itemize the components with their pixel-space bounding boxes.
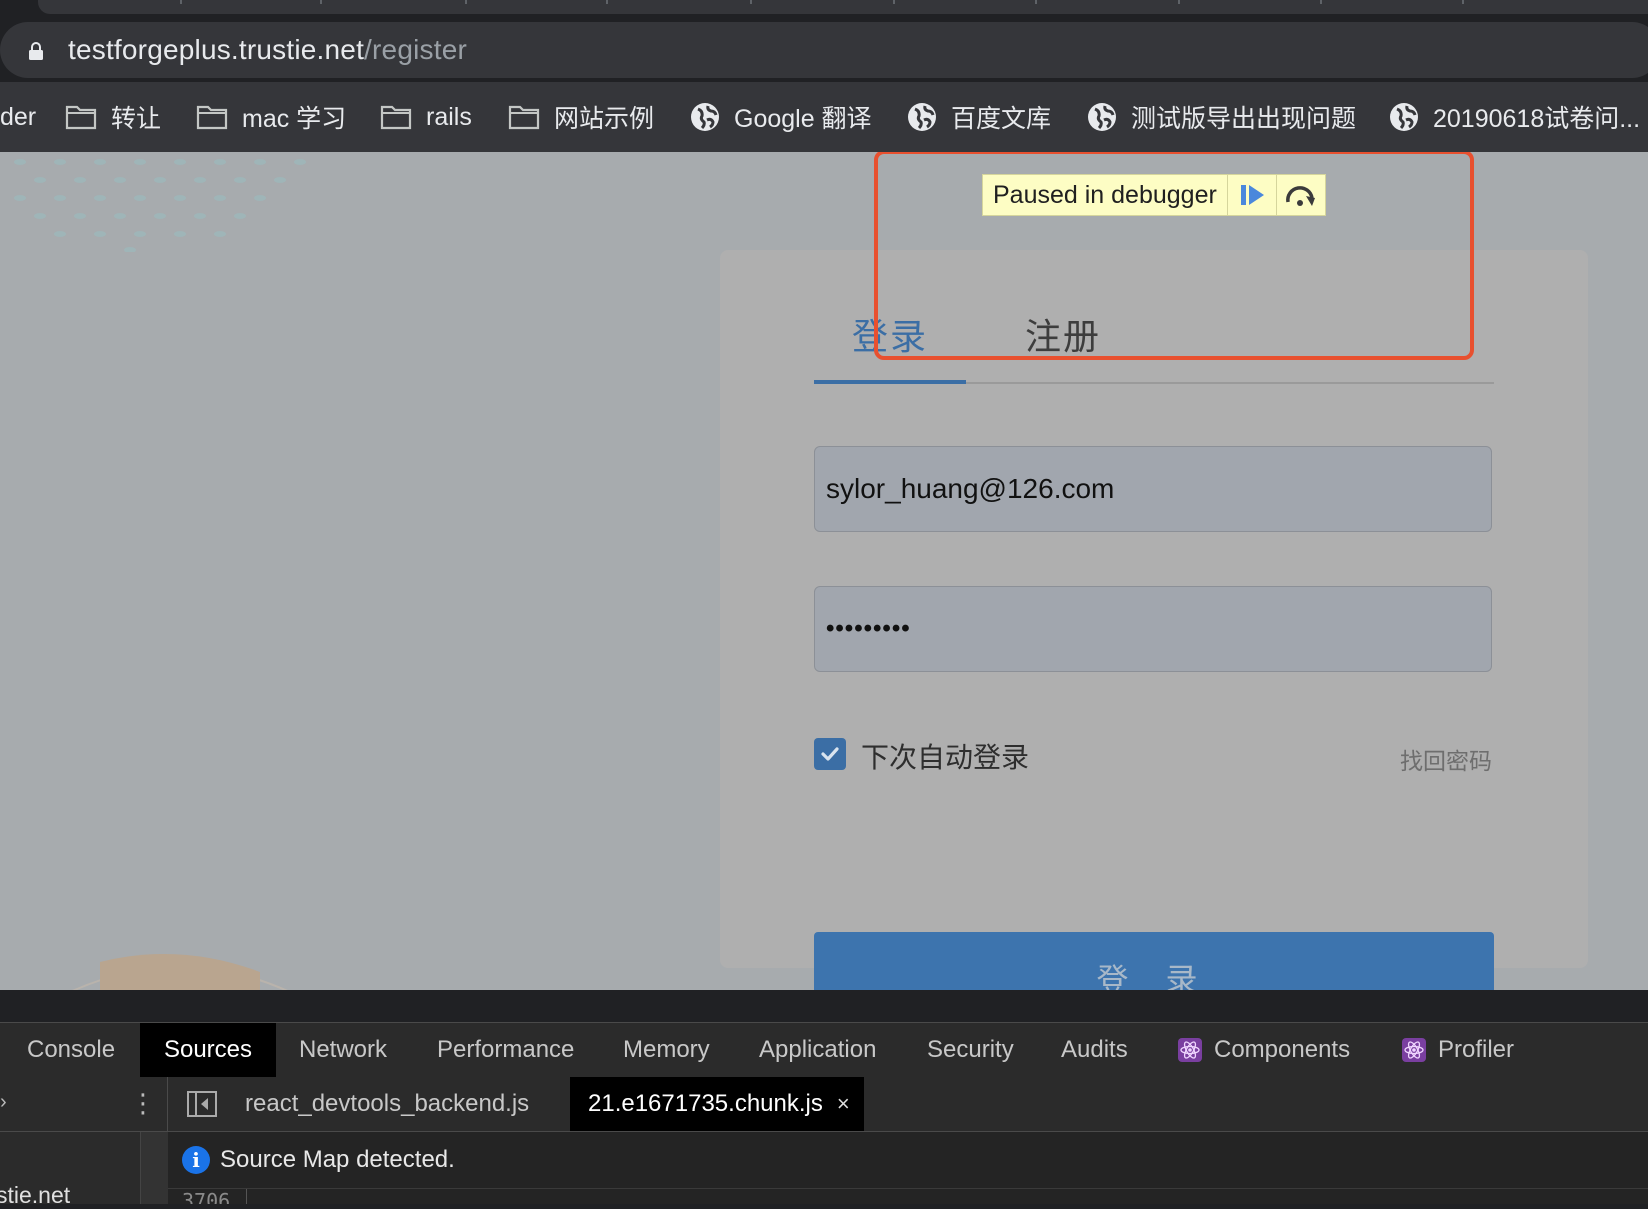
check-icon	[821, 747, 839, 761]
tab-label: Performance	[437, 1036, 575, 1063]
tab-application[interactable]: Application	[759, 1023, 876, 1077]
globe-icon	[1389, 102, 1419, 132]
bookmark-label: 转让	[111, 105, 162, 133]
bookmark-label: rails	[426, 102, 472, 131]
bookmark-item[interactable]: der	[0, 100, 36, 134]
line-number[interactable]: 3706	[182, 1189, 230, 1204]
decorative-dot-pattern	[14, 159, 306, 252]
login-button[interactable]: 登 录	[814, 932, 1494, 990]
globe-icon	[1087, 102, 1117, 132]
active-tab-indicator	[814, 380, 966, 384]
chevron-right-icon[interactable]: ›	[0, 1091, 7, 1114]
tab-separator	[606, 0, 608, 4]
globe-icon	[690, 102, 720, 132]
bookmark-label: 网站示例	[554, 105, 655, 133]
file-tab-label: 21.e1671735.chunk.js	[588, 1090, 823, 1117]
bookmark-link[interactable]: 百度文库	[907, 100, 1051, 134]
bookmark-folder[interactable]: 转让	[65, 100, 161, 134]
bookmark-label: mac 学习	[242, 105, 347, 133]
tab-separator	[1178, 0, 1180, 4]
tab-profiler[interactable]: Profiler	[1402, 1023, 1514, 1077]
info-icon: i	[182, 1146, 210, 1174]
react-icon	[1178, 1038, 1202, 1062]
react-icon	[1402, 1038, 1426, 1062]
tab-label: Application	[759, 1036, 877, 1063]
tab-label: Security	[927, 1036, 1014, 1063]
bookmark-link[interactable]: 测试版导出出现问题	[1087, 100, 1356, 134]
tab-network[interactable]: Network	[299, 1023, 387, 1077]
bookmark-link[interactable]: Google 翻译	[690, 100, 872, 134]
close-icon[interactable]: ×	[837, 1091, 850, 1117]
tab-separator	[750, 0, 752, 4]
file-tab-label: react_devtools_backend.js	[245, 1090, 530, 1117]
navigator-pane: stie.net	[0, 1132, 168, 1208]
sources-toolbar: › ⋮ react_devtools_backend.js 21.e167173…	[0, 1077, 1648, 1132]
tab-sources[interactable]: Sources	[140, 1023, 276, 1077]
folder-icon	[65, 104, 97, 130]
tab-separator	[1462, 0, 1464, 4]
tab-separator	[1320, 0, 1322, 4]
folder-icon	[196, 104, 228, 130]
tab-separator	[465, 0, 467, 4]
tab-strip	[0, 0, 1648, 18]
tab-audits[interactable]: Audits	[1061, 1023, 1128, 1077]
remember-checkbox[interactable]	[814, 738, 846, 770]
toggle-navigator-icon[interactable]	[186, 1089, 218, 1119]
folder-icon	[508, 104, 540, 130]
tab-label: Audits	[1061, 1036, 1128, 1063]
tab-label: Memory	[623, 1036, 710, 1063]
page-viewport: 登录 注册 sylor_huang@126.com ••••••••• 下次自动…	[0, 152, 1648, 990]
bookmarks-bar: der 转让 mac 学习 rails 网站示例 Google 翻译 百度文库 …	[0, 82, 1648, 153]
bookmark-folder[interactable]: rails	[380, 100, 472, 134]
decorative-arc	[72, 954, 288, 990]
tab-label: Components	[1214, 1036, 1351, 1063]
tab-separator	[180, 0, 182, 4]
url-path: /register	[364, 34, 467, 65]
remember-label: 下次自动登录	[861, 742, 1030, 773]
toolbar: testforgeplus.trustie.net/register	[0, 18, 1648, 82]
tab-components[interactable]: Components	[1178, 1023, 1350, 1077]
tab-label: Console	[27, 1036, 116, 1063]
sources-body: stie.net i Source Map detected. 3706	[0, 1132, 1648, 1208]
bookmark-link[interactable]: 20190618试卷问...	[1389, 100, 1640, 134]
highlight-box	[874, 152, 1474, 360]
email-field[interactable]: sylor_huang@126.com	[814, 446, 1492, 532]
tab-memory[interactable]: Memory	[623, 1023, 710, 1077]
tab-performance[interactable]: Performance	[437, 1023, 574, 1077]
tab-bar[interactable]	[38, 0, 1648, 14]
lock-icon[interactable]	[28, 42, 44, 60]
url-host: testforgeplus.trustie.net	[68, 34, 365, 65]
file-tab-active[interactable]: 21.e1671735.chunk.js ×	[570, 1077, 864, 1131]
folder-icon	[380, 104, 412, 130]
source-map-infobar: i Source Map detected.	[168, 1132, 1648, 1189]
divider	[167, 1077, 168, 1131]
globe-icon	[907, 102, 937, 132]
bookmark-label: der	[0, 102, 37, 131]
forgot-password-link[interactable]: 找回密码	[1400, 742, 1492, 776]
bookmark-label: Google 翻译	[734, 105, 872, 133]
url-text[interactable]: testforgeplus.trustie.net/register	[68, 33, 467, 67]
tab-console[interactable]: Console	[0, 1023, 139, 1077]
tab-label: Sources	[163, 1036, 253, 1063]
line-gutter: 3706	[168, 1189, 247, 1204]
tab-label: Profiler	[1438, 1036, 1515, 1063]
navigator-host-item[interactable]: stie.net	[0, 1182, 70, 1209]
bookmark-label: 测试版导出出现问题	[1131, 105, 1357, 133]
tab-label: Network	[299, 1036, 388, 1063]
bookmark-folder[interactable]: mac 学习	[196, 100, 346, 134]
password-field[interactable]: •••••••••	[814, 586, 1492, 672]
source-map-message: Source Map detected.	[220, 1146, 455, 1173]
bookmark-label: 20190618试卷问...	[1433, 105, 1641, 133]
address-bar[interactable]: testforgeplus.trustie.net/register	[0, 22, 1648, 78]
tab-separator	[893, 0, 895, 4]
bookmark-label: 百度文库	[951, 105, 1052, 133]
bookmark-folder[interactable]: 网站示例	[508, 100, 654, 134]
tab-separator	[320, 0, 322, 4]
more-icon[interactable]: ⋮	[130, 1087, 156, 1119]
file-tab[interactable]: react_devtools_backend.js	[245, 1077, 529, 1131]
tab-separator	[1035, 0, 1037, 4]
devtools-tab-bar: Console Sources Network Performance Memo…	[0, 1022, 1648, 1078]
navigator-scrollbar[interactable]	[140, 1132, 168, 1204]
tab-security[interactable]: Security	[927, 1023, 1014, 1077]
